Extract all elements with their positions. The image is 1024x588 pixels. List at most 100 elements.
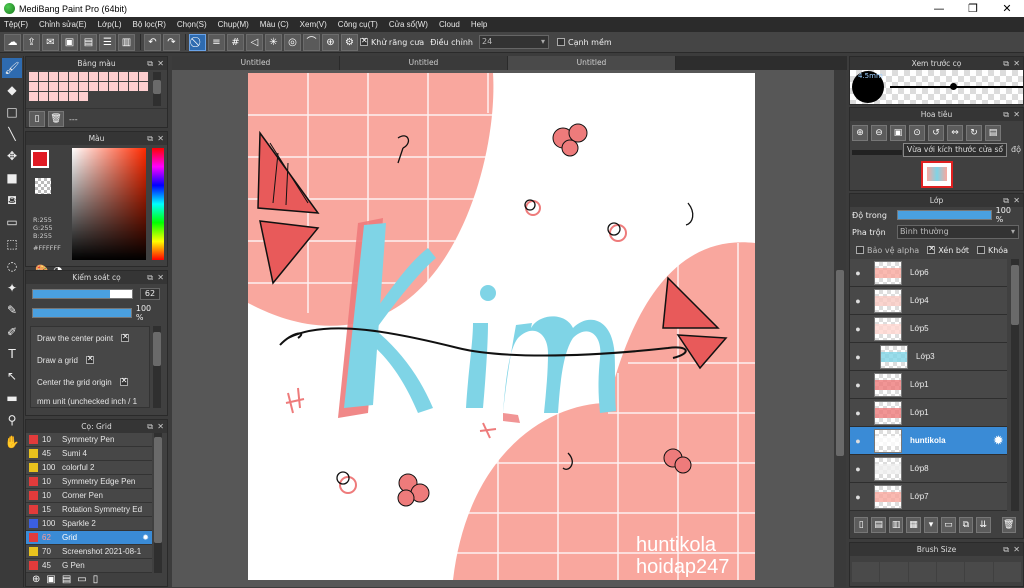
blend-mode-select[interactable]: Bình thường	[897, 225, 1019, 239]
layer-visibility-icon[interactable]: ●	[850, 436, 866, 446]
curve-snap-icon[interactable]: ⌒	[303, 33, 320, 51]
brush-settings-gear-icon[interactable]: ✹	[142, 533, 149, 542]
dot-tool-icon[interactable]: □	[2, 102, 22, 122]
popout-icon[interactable]: ⧉	[147, 420, 153, 433]
palette-swatches[interactable]	[29, 72, 149, 106]
zoom-out-icon[interactable]: ⊖	[871, 125, 887, 141]
layer-delete-icon[interactable]: 🗑	[1001, 517, 1016, 533]
zoom-reset-icon[interactable]: ⊙	[909, 125, 925, 141]
popout-icon[interactable]: ⧉	[1003, 57, 1009, 70]
move-tool-icon[interactable]: ✥	[2, 146, 22, 166]
snap-off-icon[interactable]: ⃠	[189, 33, 206, 51]
menu-color[interactable]: Màu (C)	[260, 20, 289, 29]
minimize-button[interactable]: —	[922, 0, 956, 17]
correction-select[interactable]: 24	[478, 35, 549, 49]
snap-target-icon[interactable]: ⊕	[322, 33, 339, 51]
brush-list-scrollbar[interactable]	[154, 433, 162, 573]
eyedropper-tool-icon[interactable]: ⚲	[2, 410, 22, 430]
grid-list-icon[interactable]: ☰	[99, 33, 116, 51]
maximize-button[interactable]: ❐	[956, 0, 990, 17]
add-brush-icon[interactable]: ⊕	[32, 574, 40, 585]
antialias-checkbox[interactable]	[360, 36, 368, 46]
layer-row[interactable]: ● Lớp5	[850, 315, 1007, 343]
close-icon[interactable]: ✕	[157, 132, 164, 145]
hand-tool-icon[interactable]: ✋	[2, 432, 22, 452]
comment-icon[interactable]: ✉	[42, 33, 59, 51]
rotate-right-icon[interactable]: ↻	[966, 125, 982, 141]
brush-settings-icon[interactable]: ▣	[46, 574, 55, 585]
menu-cloud[interactable]: Cloud	[439, 20, 460, 29]
panel-icon[interactable]: ▥	[118, 33, 135, 51]
close-icon[interactable]: ✕	[1013, 543, 1020, 556]
line-tool-icon[interactable]: ╲	[2, 124, 22, 144]
menu-file[interactable]: Tệp(F)	[4, 20, 28, 29]
layer-row[interactable]: ● Lớp1	[850, 399, 1007, 427]
circle-snap-icon[interactable]: ◎	[284, 33, 301, 51]
close-icon[interactable]: ✕	[157, 57, 164, 70]
brush-size-slider[interactable]	[32, 289, 133, 299]
menu-edit[interactable]: Chỉnh sửa(E)	[39, 20, 87, 29]
brush-list-item[interactable]: 45 Sumi 4	[26, 447, 152, 461]
navigator-menu-icon[interactable]: ▤	[985, 125, 1001, 141]
select-pen-icon[interactable]: ✎	[2, 300, 22, 320]
cloud-icon[interactable]: ☁	[4, 33, 21, 51]
new-layer-icon[interactable]: ▯	[854, 517, 869, 533]
radial-snap-icon[interactable]: ✳	[265, 33, 282, 51]
close-button[interactable]: ✕	[990, 0, 1024, 17]
layer-row[interactable]: ● Lớp4	[850, 287, 1007, 315]
layer-opacity-slider[interactable]	[896, 210, 992, 220]
popout-icon[interactable]: ⧉	[147, 132, 153, 145]
saturation-value-picker[interactable]	[72, 148, 147, 260]
magic-wand-icon[interactable]: ✦	[2, 278, 22, 298]
layer-settings-gear-icon[interactable]: ✹	[994, 434, 1003, 447]
layer-folder-icon[interactable]: ▭	[941, 517, 956, 533]
popout-icon[interactable]: ⧉	[147, 57, 153, 70]
menu-layer[interactable]: Lớp(L)	[98, 20, 122, 29]
layer-visibility-icon[interactable]: ●	[850, 268, 866, 278]
popout-icon[interactable]: ⧉	[1003, 108, 1009, 121]
menu-select[interactable]: Chọn(S)	[177, 20, 207, 29]
protect-alpha-checkbox[interactable]	[856, 246, 864, 254]
close-icon[interactable]: ✕	[1013, 108, 1020, 121]
undo-icon[interactable]: ↶	[144, 33, 161, 51]
menu-window[interactable]: Cửa sổ(W)	[389, 20, 428, 29]
layer-visibility-icon[interactable]: ●	[850, 464, 866, 474]
popout-icon[interactable]: ⧉	[147, 271, 153, 284]
eraser-tool-icon[interactable]: ◆	[2, 80, 22, 100]
layer-row[interactable]: ● Lớp3	[850, 343, 1007, 371]
layer-row[interactable]: ● Lớp1	[850, 371, 1007, 399]
palette-scrollbar[interactable]	[153, 72, 161, 106]
close-icon[interactable]: ✕	[1013, 57, 1020, 70]
new-8bit-layer-icon[interactable]: ▥	[888, 517, 904, 533]
document-icon[interactable]: ▤	[80, 33, 97, 51]
zoom-in-icon[interactable]: ⊕	[852, 125, 868, 141]
layer-duplicate-icon[interactable]: ⧉	[958, 517, 974, 533]
canvas-vertical-scrollbar[interactable]	[834, 70, 846, 587]
menu-snap[interactable]: Chụp(M)	[218, 20, 249, 29]
navigator-thumbnail[interactable]	[921, 161, 953, 188]
menu-help[interactable]: Help	[471, 20, 487, 29]
options-scrollbar[interactable]	[153, 326, 161, 408]
save-icon[interactable]: ▣	[61, 33, 78, 51]
menu-tools[interactable]: Công cụ(T)	[338, 20, 378, 29]
select-eraser-icon[interactable]: ✐	[2, 322, 22, 342]
layer-row[interactable]: ● Lớp8	[850, 455, 1007, 483]
option-checkbox[interactable]	[121, 332, 130, 342]
brush-list-item[interactable]: 45 G Pen	[26, 559, 152, 573]
close-icon[interactable]: ✕	[157, 271, 164, 284]
smooth-edge-checkbox[interactable]	[556, 38, 565, 46]
brush-list-item[interactable]: 15 Rotation Symmetry Ed	[26, 503, 152, 517]
menu-view[interactable]: Xem(V)	[300, 20, 327, 29]
import-brush-icon[interactable]: ▤	[62, 574, 71, 585]
divide-tool-icon[interactable]: ▬	[2, 388, 22, 408]
redo-icon[interactable]: ↷	[163, 33, 180, 51]
popout-icon[interactable]: ⧉	[1003, 194, 1009, 207]
transparent-swatch[interactable]	[35, 178, 51, 194]
palette-delete-icon[interactable]: 🗑	[48, 111, 64, 127]
popout-icon[interactable]: ⧉	[1003, 543, 1009, 556]
rotate-left-icon[interactable]: ↺	[928, 125, 944, 141]
folder-icon[interactable]: ▭	[77, 574, 86, 585]
option-checkbox[interactable]	[119, 376, 128, 386]
layer-add-menu-icon[interactable]: ▾	[923, 517, 939, 533]
layer-visibility-icon[interactable]: ●	[850, 296, 866, 306]
